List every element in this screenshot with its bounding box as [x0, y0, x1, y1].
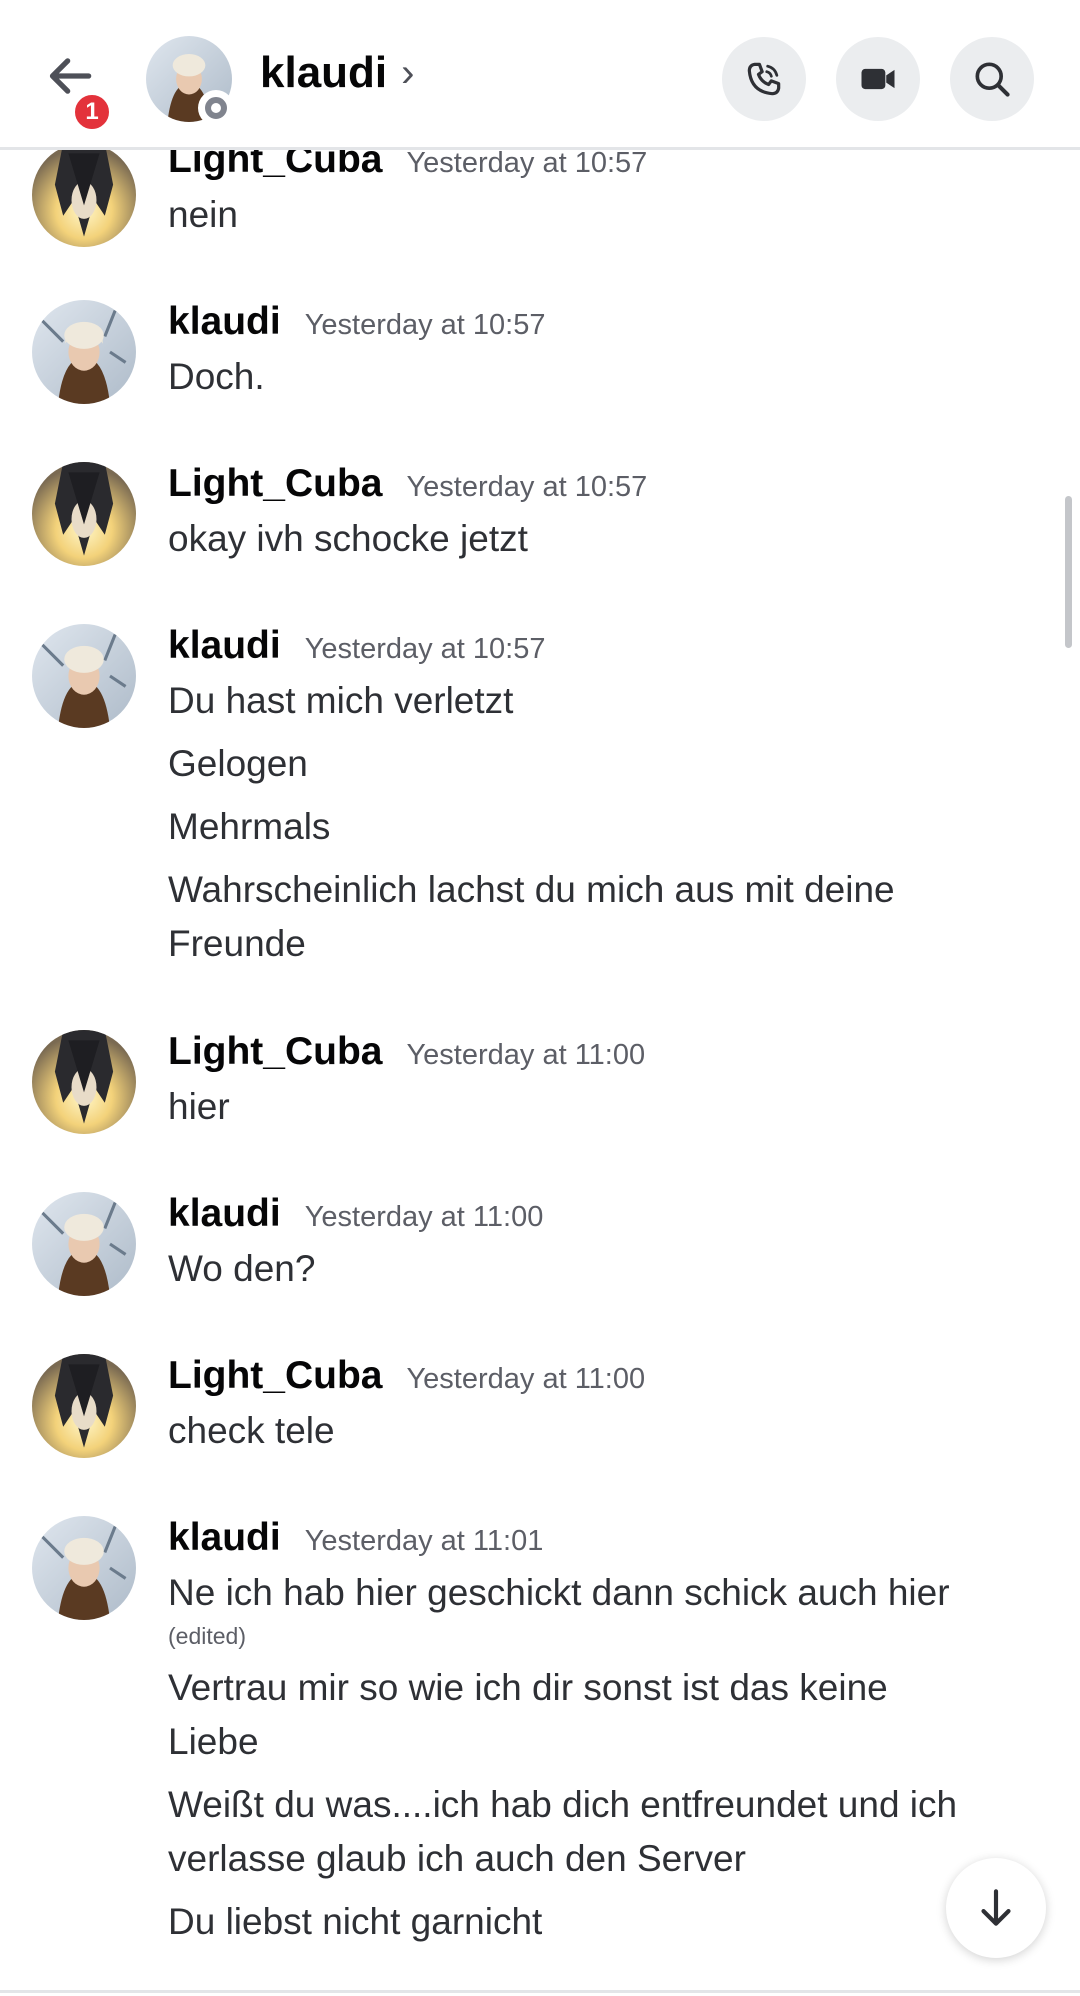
- message-text: Liebe: [168, 1721, 259, 1762]
- phone-call-icon: [747, 62, 781, 96]
- message-timestamp: Yesterday at 11:00: [304, 1201, 544, 1233]
- message-text: verlasse glaub ich auch den Server: [168, 1838, 746, 1879]
- chat-header: 1 klaudi ›: [0, 0, 1080, 150]
- scrollbar[interactable]: [1065, 496, 1072, 648]
- status-idle-indicator: [198, 90, 234, 126]
- message-username[interactable]: klaudi: [168, 300, 281, 344]
- avatar-klaudi[interactable]: [32, 624, 136, 728]
- message-username[interactable]: klaudi: [168, 1192, 281, 1236]
- avatar-light-cuba[interactable]: [32, 143, 136, 247]
- message-username[interactable]: klaudi: [168, 1516, 281, 1560]
- message-timestamp: Yesterday at 11:00: [406, 1039, 646, 1071]
- message-text: Ne ich hab hier geschickt dann schick au…: [168, 1572, 950, 1613]
- video-call-button[interactable]: [836, 37, 920, 121]
- jump-to-present-button[interactable]: [946, 1858, 1046, 1958]
- video-camera-icon: [861, 68, 895, 90]
- message-timestamp: Yesterday at 11:00: [406, 1363, 646, 1395]
- message-timestamp: Yesterday at 10:57: [406, 147, 648, 179]
- channel-title-text: klaudi: [260, 48, 388, 97]
- message-text: Vertrau mir so wie ich dir sonst ist das…: [168, 1667, 888, 1708]
- message-text: Du hast mich verletzt: [168, 680, 514, 721]
- avatar-klaudi[interactable]: [32, 1516, 136, 1620]
- message-username[interactable]: Light_Cuba: [168, 1354, 382, 1398]
- unread-badge: 1: [70, 90, 114, 134]
- avatar-klaudi[interactable]: [32, 300, 136, 404]
- message-text: Doch.: [168, 356, 265, 397]
- message-timestamp: Yesterday at 10:57: [304, 633, 546, 665]
- edited-label: (edited): [168, 1623, 246, 1649]
- message-timestamp: Yesterday at 10:57: [304, 309, 546, 341]
- message-text: Gelogen: [168, 743, 308, 784]
- message-text: check tele: [168, 1410, 335, 1451]
- avatar-light-cuba[interactable]: [32, 462, 136, 566]
- message-text: Wahrscheinlich lachst du mich aus mit de…: [168, 869, 895, 910]
- call-button[interactable]: [722, 37, 806, 121]
- message-list: Light_Cuba Yesterday at 10:57 nein klaud…: [0, 0, 1080, 1996]
- search-icon: [975, 62, 1010, 97]
- channel-title[interactable]: klaudi ›: [260, 48, 414, 98]
- message-text: Du liebst nicht garnicht: [168, 1901, 543, 1942]
- message-timestamp: Yesterday at 11:01: [304, 1525, 544, 1557]
- message-text: hier: [168, 1086, 230, 1127]
- avatar-light-cuba[interactable]: [32, 1354, 136, 1458]
- message-timestamp: Yesterday at 10:57: [406, 471, 648, 503]
- message-username[interactable]: klaudi: [168, 624, 281, 668]
- message-text: Wo den?: [168, 1248, 316, 1289]
- message-text: Weißt du was....ich hab dich entfreundet…: [168, 1784, 958, 1825]
- search-button[interactable]: [950, 37, 1034, 121]
- arrow-down-icon: [981, 1889, 1011, 1926]
- message-text: okay ivh schocke jetzt: [168, 518, 528, 559]
- message-text: Freunde: [168, 923, 306, 964]
- message-text: Mehrmals: [168, 806, 331, 847]
- message-username[interactable]: Light_Cuba: [168, 462, 382, 506]
- message-text: nein: [168, 194, 238, 235]
- avatar-klaudi[interactable]: [32, 1192, 136, 1296]
- avatar-light-cuba[interactable]: [32, 1030, 136, 1134]
- chevron-right-icon: ›: [401, 50, 415, 95]
- divider: [0, 1990, 1080, 1993]
- message-username[interactable]: Light_Cuba: [168, 1030, 382, 1074]
